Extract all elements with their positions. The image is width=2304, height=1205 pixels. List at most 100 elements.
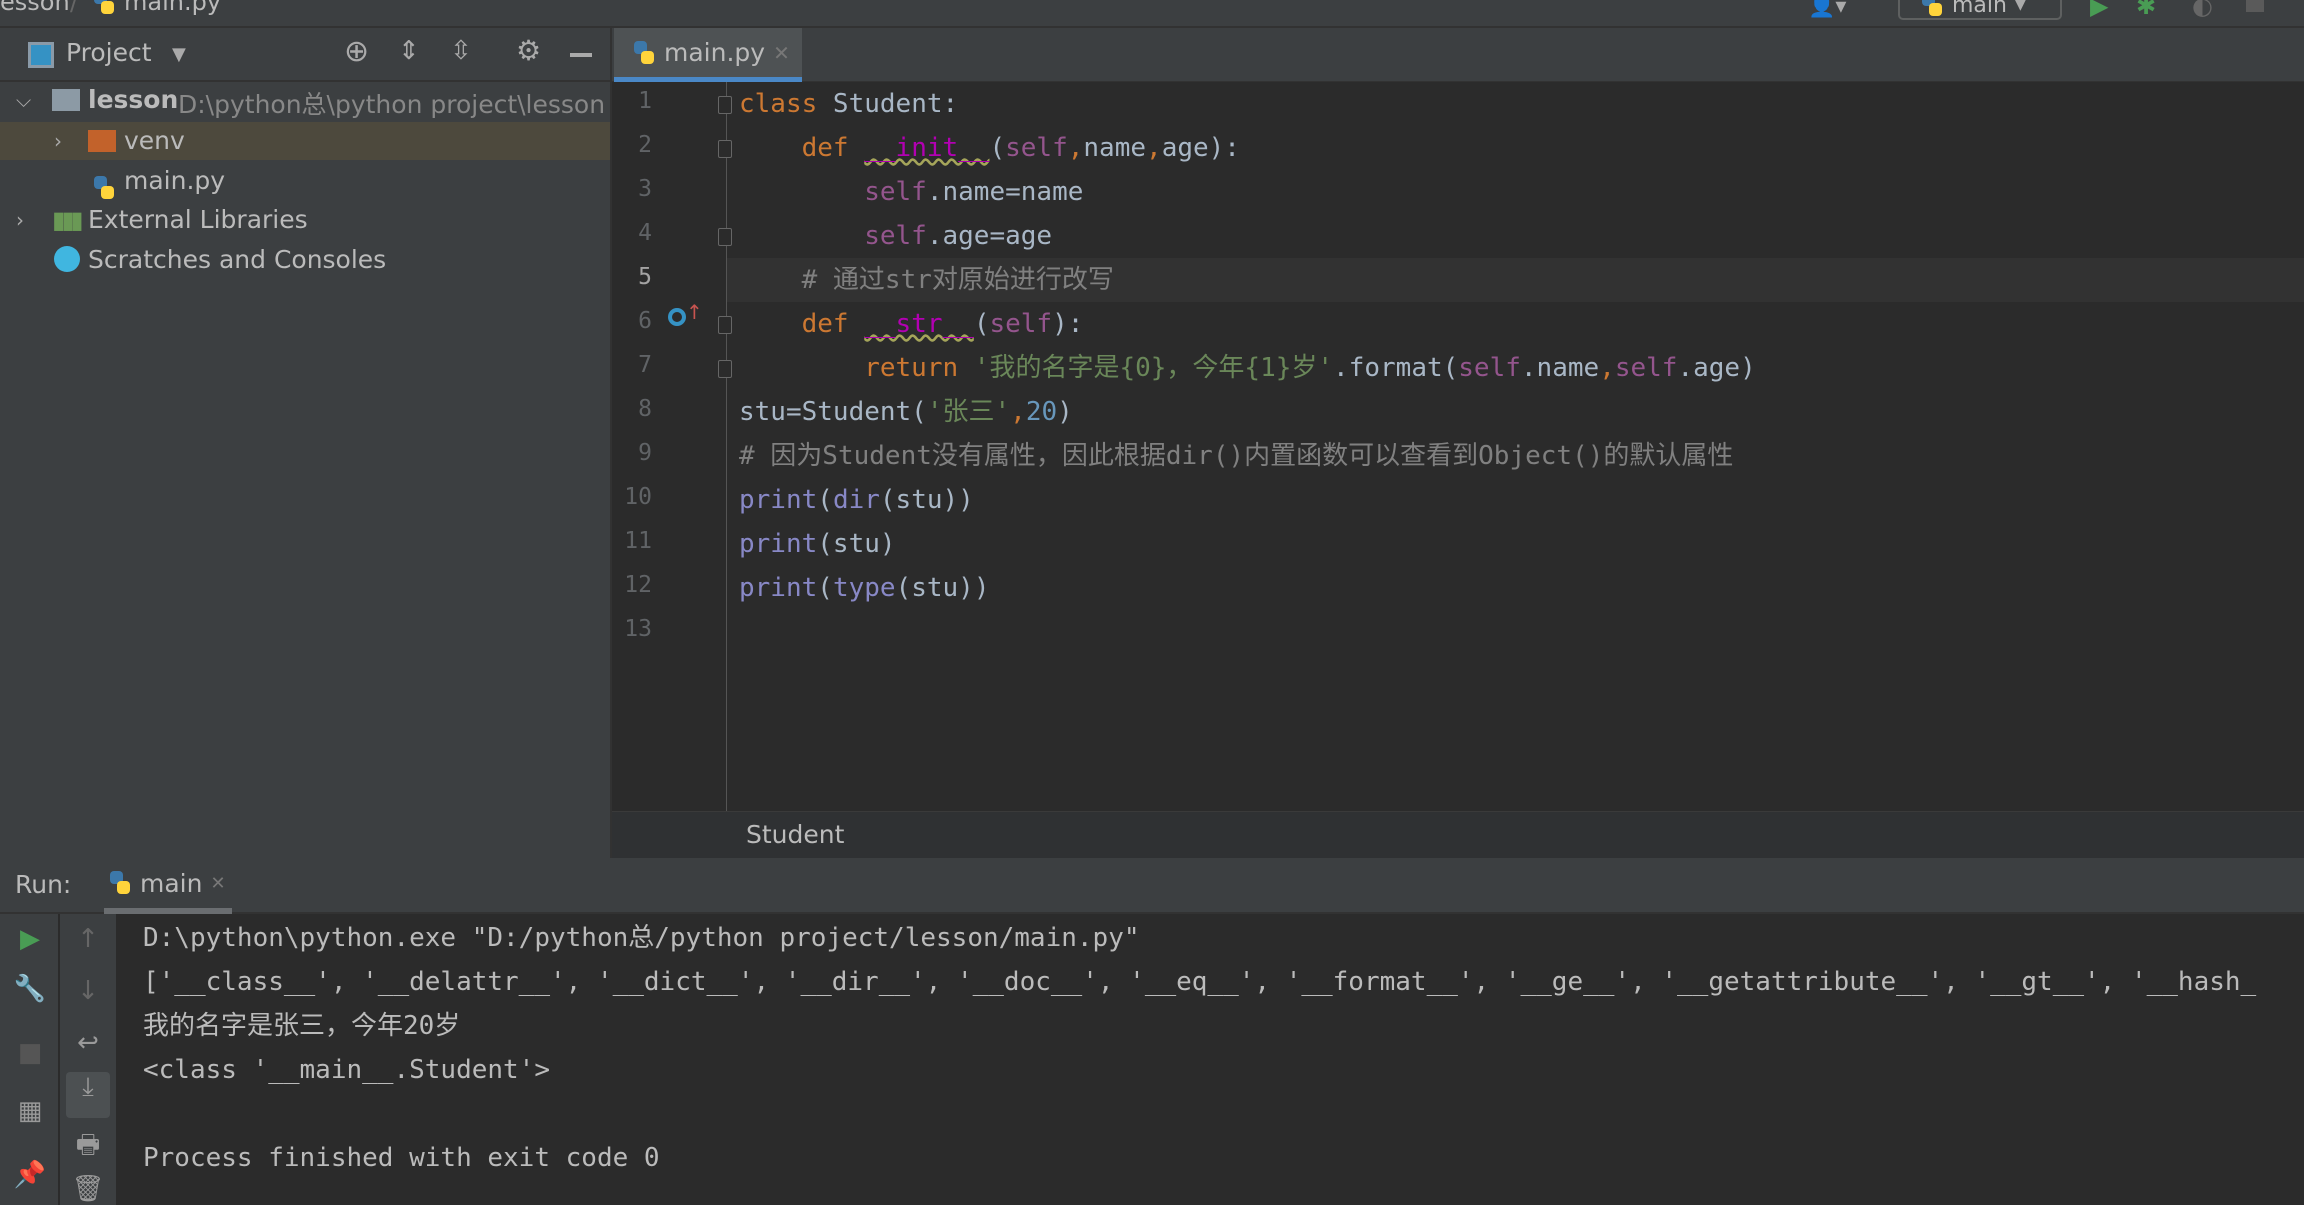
code-token: , [1010, 397, 1026, 427]
line-number: 6 [638, 308, 652, 334]
wrench-icon[interactable]: 🔧 [10, 974, 50, 1004]
tree-item-external-libraries[interactable]: › ▮▮▮ External Libraries [0, 200, 610, 240]
code-token: ( [817, 485, 833, 515]
stop-icon[interactable]: ■ [10, 1038, 50, 1068]
trash-icon[interactable]: 🗑 [68, 1174, 108, 1204]
code-token: print [739, 485, 818, 515]
rerun-icon[interactable]: ▶ [10, 924, 50, 954]
code-token: ( [989, 133, 1006, 163]
tab-main-py[interactable]: main.py ✕ [614, 28, 802, 82]
code-line[interactable]: self.name=name [739, 170, 1083, 214]
run-config-selector[interactable]: main ▼ [1898, 0, 2062, 20]
folder-icon [52, 89, 80, 111]
breadcrumb-class[interactable]: Student [746, 820, 844, 849]
line-number: 7 [638, 352, 652, 378]
code-line[interactable]: print(dir(stu)) [739, 478, 974, 522]
chevron-down-icon[interactable]: ⌵ [16, 88, 31, 112]
chevron-right-icon[interactable]: › [16, 208, 24, 232]
code-token: def [739, 309, 865, 339]
code-line[interactable]: return '我的名字是{0}，今年{1}岁'.format(self.nam… [739, 346, 1756, 390]
code-token: self [1458, 353, 1521, 383]
locate-icon[interactable]: ⊕ [344, 34, 369, 69]
close-icon[interactable]: ✕ [210, 873, 225, 894]
code-line[interactable]: def __init__(self,name,age): [739, 126, 1240, 170]
line-number: 2 [638, 132, 652, 158]
tree-item-lesson[interactable]: ⌵ lesson D:\python总\python project\lesso… [0, 80, 610, 120]
breadcrumb-separator: / [70, 0, 79, 16]
breadcrumb-file[interactable]: main.py [124, 0, 221, 16]
code-token: self [1005, 133, 1068, 163]
code-token: .age) [1677, 353, 1756, 383]
scroll-to-end-icon[interactable]: ⤓ [66, 1072, 110, 1118]
code-token: .name=name [926, 177, 1084, 207]
editor-breadcrumb: Student [612, 811, 2304, 858]
fold-marker-icon[interactable] [718, 316, 732, 334]
line-number: 3 [638, 176, 652, 202]
console-line: Process finished with exit code 0 [143, 1143, 660, 1173]
line-number: 12 [624, 572, 652, 598]
code-token: __init__ [864, 133, 990, 163]
stop-icon[interactable] [2246, 0, 2264, 12]
code-token: dir [832, 485, 880, 515]
close-icon[interactable]: ✕ [773, 41, 790, 65]
code-line[interactable]: print(type(stu)) [739, 566, 989, 610]
fold-marker-icon[interactable] [718, 360, 732, 378]
code-line[interactable]: print(stu) [739, 522, 896, 566]
code-line[interactable]: class Student: [739, 82, 958, 126]
fold-marker-icon[interactable] [718, 96, 732, 114]
fold-marker-icon[interactable] [718, 228, 732, 246]
line-number: 11 [624, 528, 652, 554]
run-config-label: main [1952, 0, 2007, 18]
code-token: # 因为Student没有属性，因此根据dir()内置函数可以查看到Object… [739, 441, 1734, 471]
chevron-right-icon[interactable]: › [54, 129, 62, 153]
run-icon[interactable]: ▶ [2090, 0, 2108, 20]
collapse-all-icon[interactable]: ⇳ [450, 36, 472, 66]
print-icon[interactable]: 🖶 [68, 1126, 108, 1170]
project-panel-header: Project ▼ ⊕ ⇕ ⇳ ⚙ [0, 28, 610, 82]
python-icon [108, 870, 132, 896]
pin-icon[interactable]: 📌 [10, 1160, 50, 1190]
code-token: class [739, 89, 833, 119]
code-token: '张三' [926, 397, 1011, 427]
library-icon: ▮▮▮ [52, 206, 84, 234]
code-token: '我的名字是{0}，今年{1}岁' [973, 353, 1334, 383]
tree-item-venv[interactable]: › venv [0, 122, 610, 160]
arrow-up-icon[interactable]: ↑ [68, 924, 108, 954]
override-icon[interactable] [668, 308, 686, 326]
tree-item-scratches[interactable]: Scratches and Consoles [0, 240, 610, 280]
editor[interactable]: main.py ✕ ↑ Student 1 2 3 4 5 6 7 8 9 10 11 12 13 cla… [612, 28, 2304, 858]
hide-panel-icon[interactable] [570, 53, 592, 57]
coverage-icon[interactable]: ◐ [2192, 0, 2213, 20]
console-toolbar: ↑ ↓ ↩ ⤓ 🖶 🗑 [60, 914, 116, 1205]
gutter-divider [726, 82, 727, 813]
project-view-selector[interactable]: Project [66, 38, 152, 67]
tree-item-main-py[interactable]: main.py [0, 161, 610, 201]
layout-icon[interactable]: ▦ [10, 1096, 50, 1126]
code-line[interactable]: def __str__(self): [739, 302, 1084, 346]
code-line[interactable]: # 通过str对原始进行改写 [739, 258, 1114, 302]
run-tab-main[interactable]: main ✕ [104, 858, 232, 914]
breadcrumb-project[interactable]: esson [0, 0, 70, 16]
gear-icon[interactable]: ⚙ [516, 34, 541, 67]
expand-all-icon[interactable]: ⇕ [398, 36, 420, 66]
run-panel-header: Run: main ✕ [0, 858, 2304, 914]
code-token: , [1599, 353, 1615, 383]
code-token: self [739, 177, 927, 207]
fold-marker-icon[interactable] [718, 140, 732, 158]
code-line[interactable]: stu=Student('张三',20) [739, 390, 1073, 434]
project-panel: Project ▼ ⊕ ⇕ ⇳ ⚙ ⌵ lesson D:\python总\py… [0, 28, 612, 858]
code-token: ( [817, 573, 833, 603]
line-number: 10 [624, 484, 652, 510]
chevron-down-icon[interactable]: ▼ [172, 44, 186, 65]
code-token: def [739, 133, 865, 163]
code-line[interactable]: self.age=age [739, 214, 1052, 258]
code-token: stu=Student( [739, 397, 927, 427]
debug-icon[interactable]: ✱ [2136, 0, 2156, 20]
code-token: (stu) [817, 529, 896, 559]
line-number: 1 [638, 88, 652, 114]
code-line[interactable]: # 因为Student没有属性，因此根据dir()内置函数可以查看到Object… [739, 434, 1733, 478]
arrow-down-icon[interactable]: ↓ [68, 976, 108, 1006]
code-token: self [739, 221, 927, 251]
soft-wrap-icon[interactable]: ↩ [68, 1028, 108, 1058]
user-icon[interactable]: 👤▾ [1808, 0, 1846, 19]
